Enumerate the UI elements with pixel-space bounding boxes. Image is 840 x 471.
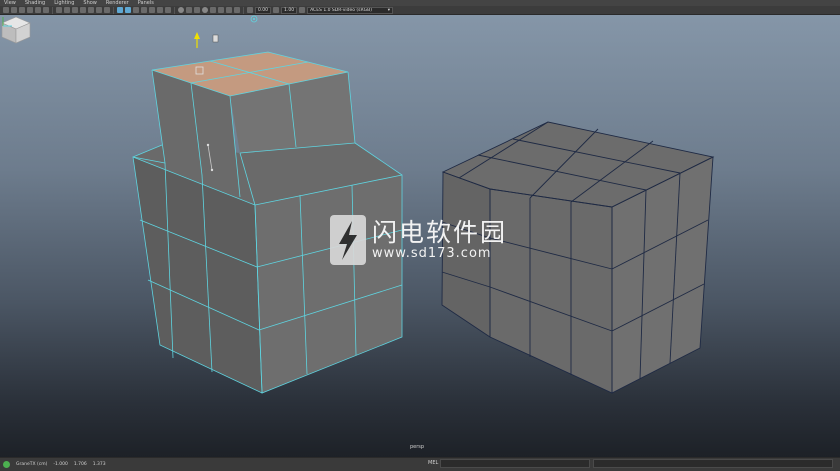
view-transform-dropdown[interactable]: ACES 1.0 SDR-video (sRGB) ▾	[307, 6, 394, 14]
lightning-logo-icon	[330, 215, 366, 265]
camera-name-label: persp	[410, 444, 425, 450]
resolution-gate-icon[interactable]	[72, 7, 78, 13]
smooth-shade-icon[interactable]	[125, 7, 131, 13]
lights-icon[interactable]	[157, 7, 163, 13]
toolbar-divider	[52, 6, 53, 14]
ambient-occlusion-icon[interactable]	[178, 7, 184, 13]
default-material-icon[interactable]	[133, 7, 139, 13]
perspective-viewport[interactable]: 闪电软件园 www.sd173.com persp	[0, 15, 840, 457]
field-chart-icon[interactable]	[88, 7, 94, 13]
watermark-text: 闪电软件园 www.sd173.com	[372, 219, 507, 261]
safe-title-icon[interactable]	[104, 7, 110, 13]
textured-icon[interactable]	[149, 7, 155, 13]
left-mesh[interactable]	[132, 32, 403, 394]
isolate-select-icon[interactable]	[210, 7, 216, 13]
exposure-icon[interactable]	[247, 7, 253, 13]
watermark-url: www.sd173.com	[372, 246, 492, 261]
xray-icon[interactable]	[218, 7, 224, 13]
coord-y: 1.706	[73, 462, 87, 467]
anti-aliasing-icon[interactable]	[194, 7, 200, 13]
grease-pencil-icon[interactable]	[43, 7, 49, 13]
toolbar-divider	[113, 6, 114, 14]
film-gate-icon[interactable]	[64, 7, 70, 13]
depth-of-field-icon[interactable]	[202, 7, 208, 13]
select-camera-icon[interactable]	[3, 7, 9, 13]
mel-label: MEL	[428, 460, 439, 466]
toolbar-divider	[174, 6, 175, 14]
gate-mask-icon[interactable]	[80, 7, 86, 13]
wireframe-icon[interactable]	[117, 7, 123, 13]
axis-gizmo-icon	[2, 17, 12, 27]
exposure-field[interactable]: 0.00	[255, 6, 272, 14]
image-plane-icon[interactable]	[27, 7, 33, 13]
bookmarks-icon[interactable]	[19, 7, 25, 13]
gamma-field[interactable]: 1.00	[281, 6, 298, 14]
watermark-title: 闪电软件园	[372, 218, 508, 247]
object-name: GraneTX (cm)	[16, 462, 48, 467]
chevron-down-icon: ▾	[387, 7, 391, 13]
grid-icon[interactable]	[56, 7, 62, 13]
xray-joints-icon[interactable]	[226, 7, 232, 13]
camera-target-icon[interactable]	[250, 15, 258, 23]
safe-action-icon[interactable]	[96, 7, 102, 13]
mel-command-input[interactable]	[440, 459, 590, 468]
2d-pan-zoom-icon[interactable]	[35, 7, 41, 13]
color-management-icon[interactable]	[299, 7, 306, 13]
mel-result-field	[593, 459, 833, 468]
motion-blur-icon[interactable]	[186, 7, 192, 13]
gamma-icon[interactable]	[273, 7, 280, 13]
coord-z: 1.373	[92, 462, 106, 467]
coord-x: -1.000	[53, 462, 68, 467]
xray-components-icon[interactable]	[234, 7, 240, 13]
wireframe-on-shaded-icon[interactable]	[141, 7, 147, 13]
status-ok-icon	[3, 461, 10, 468]
camera-attributes-icon[interactable]	[11, 7, 17, 13]
panel-toolbar: 0.00 1.00 ACES 1.0 SDR-video (sRGB) ▾	[0, 6, 840, 15]
view-transform-value: ACES 1.0 SDR-video (sRGB)	[310, 7, 372, 13]
watermark: 闪电软件园 www.sd173.com	[330, 215, 507, 265]
shadows-icon[interactable]	[165, 7, 171, 13]
toolbar-divider	[243, 6, 244, 14]
